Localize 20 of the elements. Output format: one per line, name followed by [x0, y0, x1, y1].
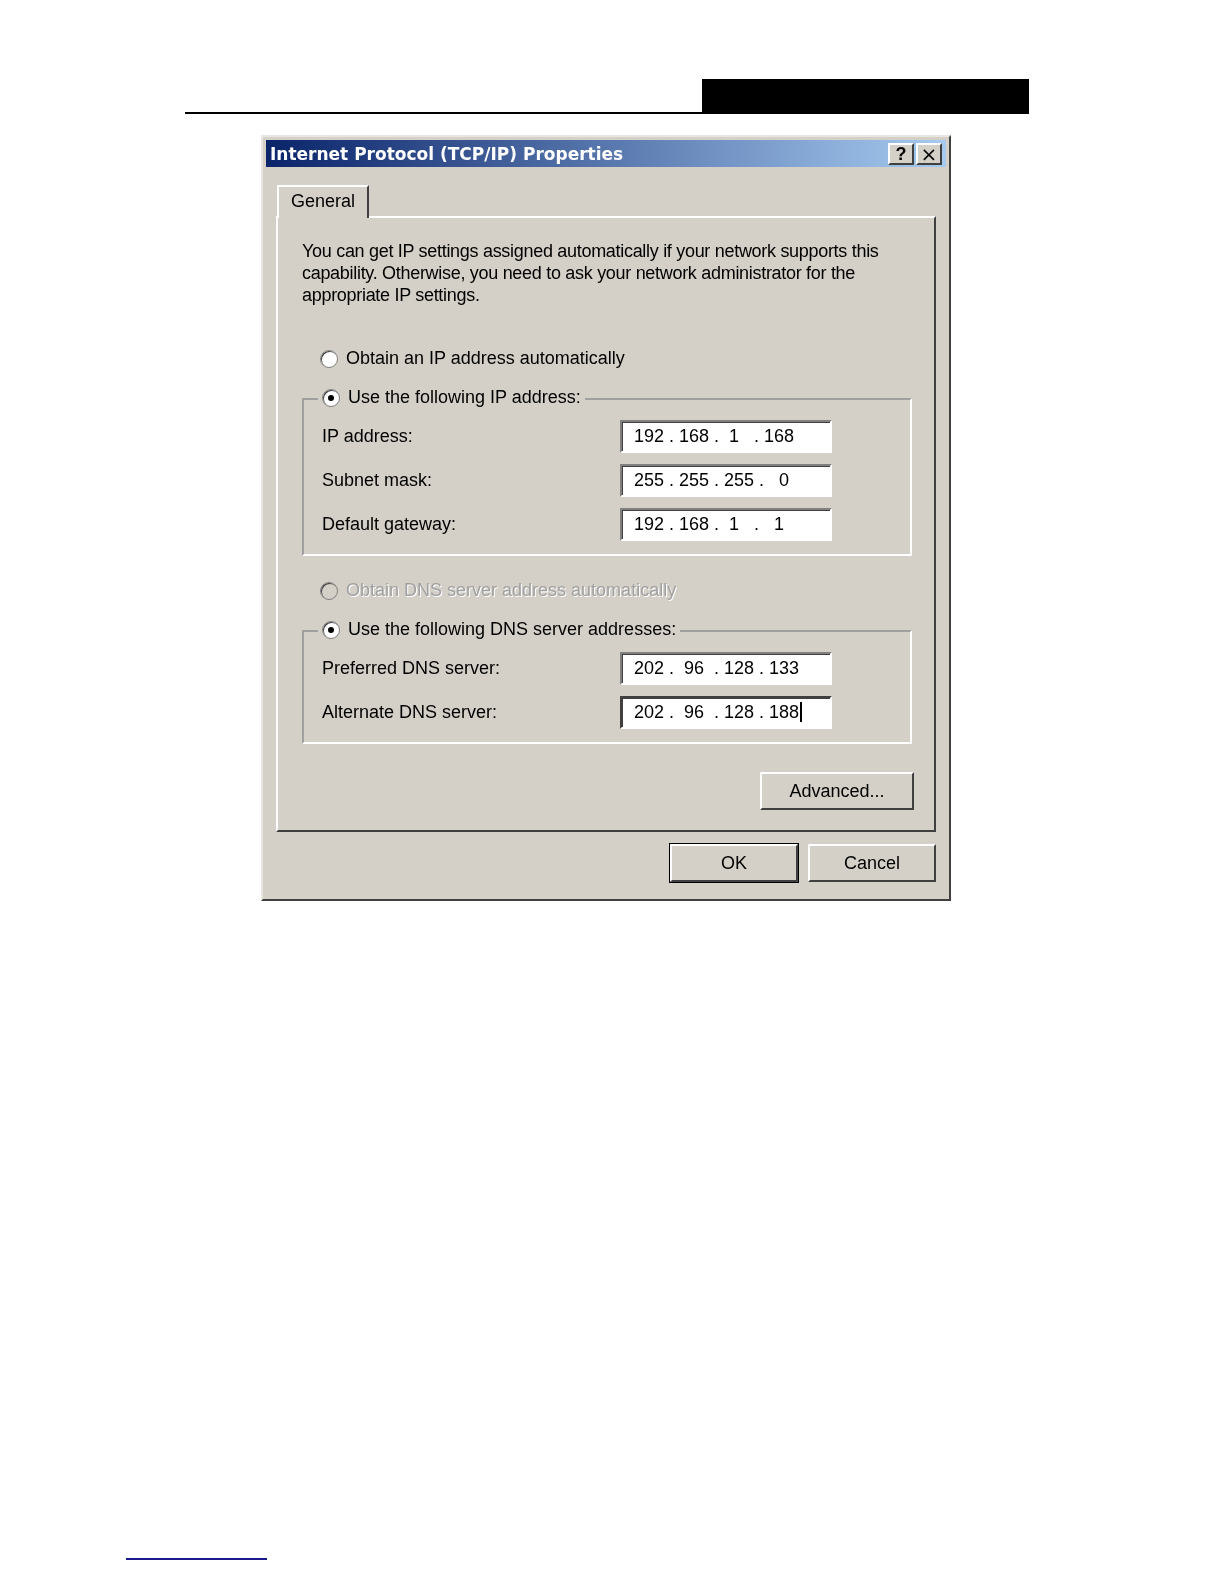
window-title: Internet Protocol (TCP/IP) Properties — [270, 143, 625, 164]
ip-address-field[interactable]: 255 . 255 . 255 . 0 — [620, 463, 832, 497]
advanced-button[interactable]: Advanced... — [760, 772, 914, 810]
ip-address-field[interactable]: 202 . 96 . 128 . 133 — [620, 651, 832, 685]
intro-text: You can get IP settings assigned automatically if your network supports this capability. Otherwise, you need to ask your network administrator for the appropriate IP settings. — [302, 240, 880, 306]
field-label: Alternate DNS server: — [322, 701, 499, 723]
field-label: Subnet mask: — [322, 469, 434, 491]
ip-address-field[interactable]: 202 . 96 . 128 . 188 — [620, 695, 832, 729]
ip-address-field[interactable]: 192 . 168 . 1 . 1 — [620, 507, 832, 541]
field-label: IP address: — [322, 425, 414, 447]
field-label: Preferred DNS server: — [322, 657, 502, 679]
radio-button[interactable] — [322, 620, 340, 639]
ip-address-field[interactable]: 192 . 168 . 1 . 168 — [620, 419, 832, 453]
field-label: Default gateway: — [322, 513, 458, 535]
dialog-button[interactable]: OK — [670, 844, 798, 882]
dialog-button[interactable]: Cancel — [808, 844, 936, 882]
radio-label[interactable]: Obtain an IP address automatically — [346, 348, 625, 369]
close-button[interactable]: × — [916, 142, 942, 165]
help-button[interactable]: ? — [888, 142, 914, 165]
tab[interactable]: General — [277, 185, 370, 218]
